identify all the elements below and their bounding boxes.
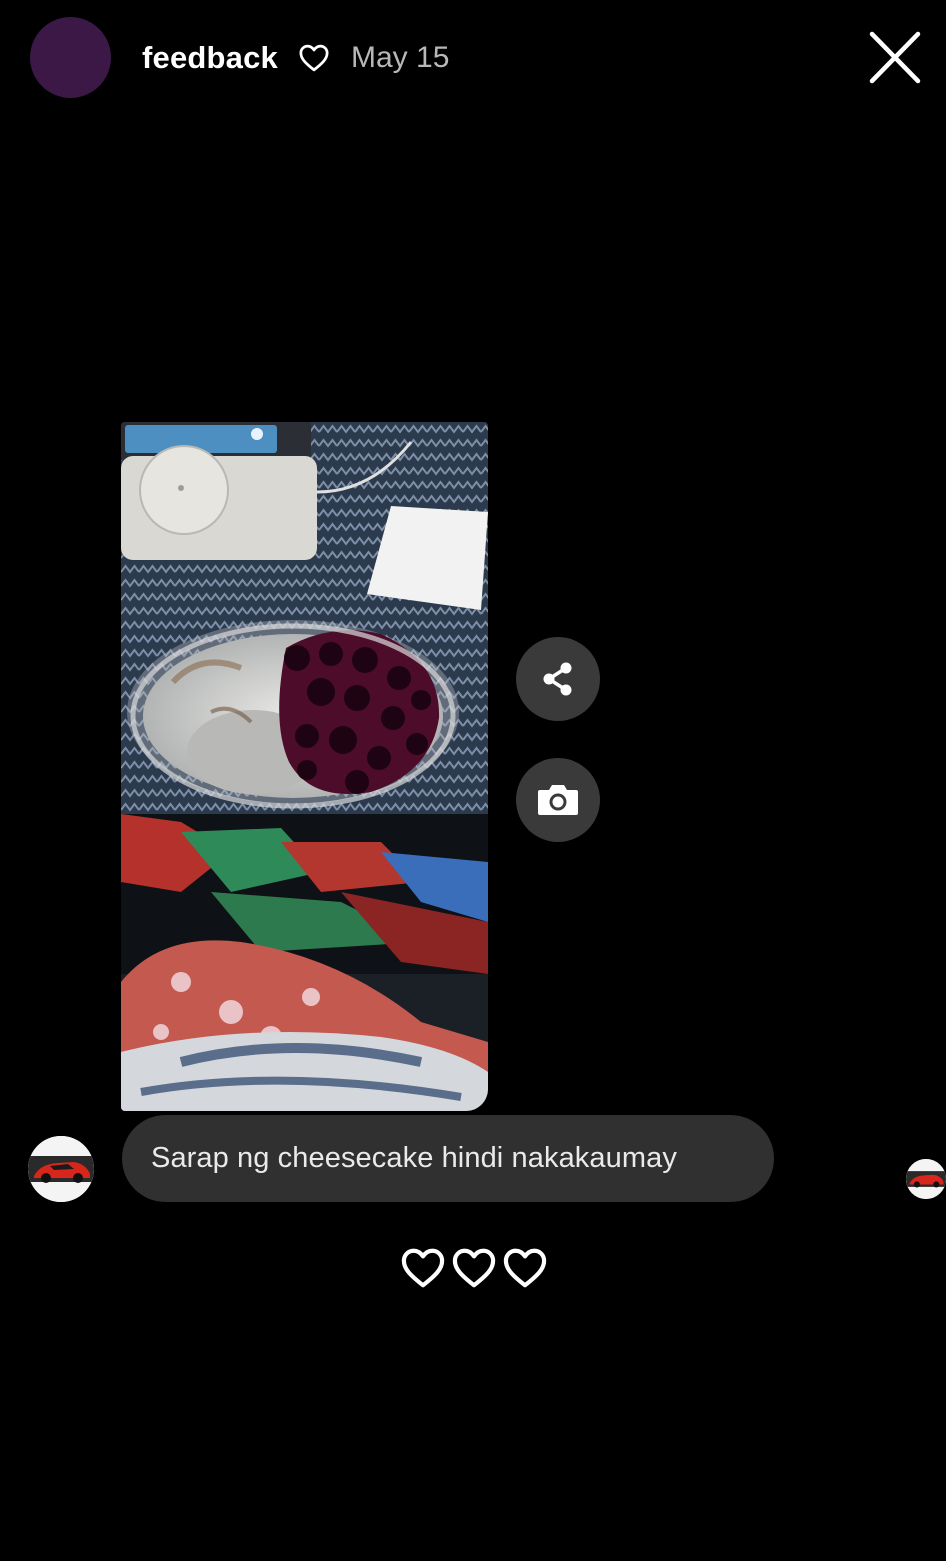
share-icon bbox=[543, 662, 572, 696]
reactions-row bbox=[401, 1248, 547, 1290]
heart-outline-icon[interactable] bbox=[503, 1248, 547, 1288]
heart-outline-icon bbox=[299, 44, 329, 72]
username[interactable]: feedback bbox=[142, 40, 278, 76]
heart-outline-icon[interactable] bbox=[452, 1248, 496, 1288]
close-icon bbox=[869, 31, 921, 84]
car-icon bbox=[28, 1136, 94, 1202]
story-reply-viewer: feedback May 15 Sarap ng cheesecake hind… bbox=[0, 0, 946, 1561]
post-date: May 15 bbox=[351, 41, 450, 74]
car-icon bbox=[906, 1159, 946, 1199]
avatar[interactable] bbox=[30, 17, 111, 98]
camera-button[interactable] bbox=[516, 758, 600, 842]
share-button[interactable] bbox=[516, 637, 600, 721]
sender-avatar[interactable] bbox=[28, 1136, 94, 1202]
shared-photo[interactable] bbox=[121, 422, 488, 1111]
heart-outline-icon[interactable] bbox=[401, 1248, 445, 1288]
message-bubble[interactable]: Sarap ng cheesecake hindi nakakaumay bbox=[122, 1115, 774, 1202]
message-text: Sarap ng cheesecake hindi nakakaumay bbox=[151, 1142, 677, 1174]
camera-icon bbox=[538, 785, 578, 815]
header: feedback May 15 bbox=[0, 0, 946, 120]
close-button[interactable] bbox=[864, 28, 926, 88]
seen-avatar bbox=[906, 1159, 946, 1199]
